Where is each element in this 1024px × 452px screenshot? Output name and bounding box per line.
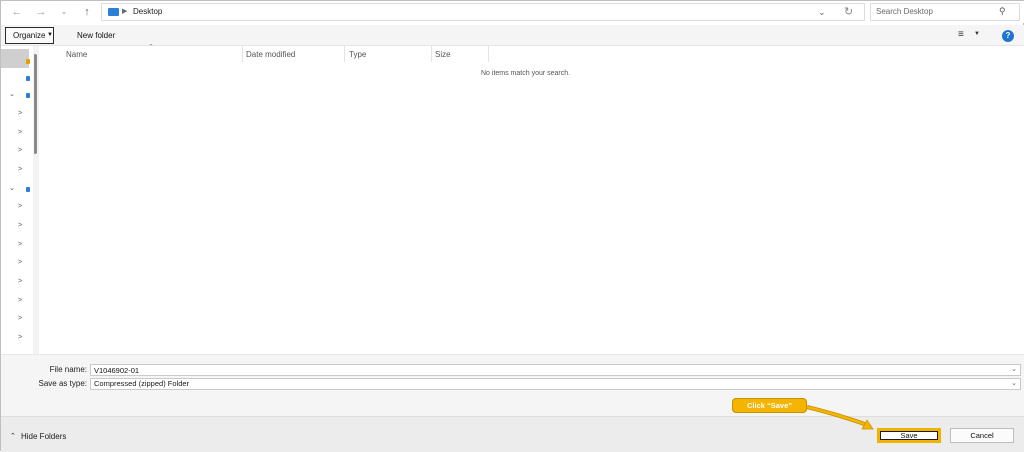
file-name-label: File name: bbox=[49, 365, 87, 374]
search-icon[interactable]: ⚲ bbox=[999, 6, 1006, 17]
address-row: ← → ⌄ ↑ ▶ Desktop ⌄ ↻ ⚲ bbox=[1, 1, 1024, 23]
help-icon[interactable]: ? bbox=[1002, 30, 1014, 42]
forward-arrow-icon[interactable]: → bbox=[33, 4, 49, 20]
address-bar[interactable]: ▶ Desktop ⌄ ↻ bbox=[101, 3, 865, 21]
cancel-button[interactable]: Cancel bbox=[950, 428, 1014, 443]
breadcrumb-separator-icon: ▶ bbox=[122, 8, 128, 15]
recent-locations-chevron-icon[interactable]: ⌄ bbox=[56, 4, 72, 20]
back-arrow-icon[interactable]: ← bbox=[9, 4, 25, 20]
command-toolbar: Organize ▼ New folder ≡ ▼ ? bbox=[1, 25, 1024, 46]
file-name-input[interactable] bbox=[94, 365, 994, 375]
hide-folders-button[interactable]: Hide Folders bbox=[21, 432, 66, 441]
save-button[interactable]: Save bbox=[877, 428, 941, 443]
nav-expand-icon[interactable]: ⌄ bbox=[9, 90, 15, 98]
nav-chevron-right-icon[interactable]: > bbox=[18, 315, 22, 322]
refresh-icon[interactable]: ↻ bbox=[844, 5, 853, 18]
nav-chevron-right-icon[interactable]: > bbox=[18, 241, 22, 248]
nav-chevron-right-icon[interactable]: > bbox=[18, 147, 22, 154]
breadcrumb-location[interactable]: Desktop bbox=[133, 7, 162, 16]
up-arrow-icon[interactable]: ↑ bbox=[79, 4, 95, 20]
save-form: File name: ⌄ Save as type: Compressed (z… bbox=[1, 354, 1024, 416]
organize-label: Organize bbox=[13, 31, 46, 40]
nav-selected-item[interactable] bbox=[1, 49, 29, 68]
save-as-type-value: Compressed (zipped) Folder bbox=[94, 379, 190, 388]
view-options-icon[interactable]: ≡ bbox=[958, 29, 964, 40]
column-header-name[interactable]: Name bbox=[62, 48, 242, 61]
nav-expand-icon[interactable]: ⌄ bbox=[9, 184, 15, 192]
column-header-type[interactable]: Type bbox=[345, 48, 431, 61]
hide-folders-chevron-icon[interactable]: ⌃ bbox=[10, 432, 16, 440]
save-as-type-label: Save as type: bbox=[38, 379, 87, 388]
column-header-size[interactable]: Size bbox=[431, 48, 488, 61]
nav-scrollbar-thumb[interactable] bbox=[34, 54, 37, 154]
empty-state-message: No items match your search. bbox=[481, 70, 571, 77]
column-header-date-modified[interactable]: Date modified bbox=[242, 48, 344, 61]
search-input[interactable] bbox=[876, 7, 996, 16]
new-folder-button[interactable]: New folder bbox=[71, 27, 121, 44]
dialog-button-bar: ⌃ Hide Folders Save Cancel bbox=[1, 416, 1024, 452]
nav-onedrive-icon[interactable] bbox=[26, 93, 30, 98]
file-name-dropdown-icon[interactable]: ⌄ bbox=[1011, 365, 1017, 373]
save-as-type-select[interactable]: Compressed (zipped) Folder ⌄ bbox=[90, 378, 1021, 390]
file-list[interactable]: ⌃ Name Date modified Type Size No items … bbox=[44, 44, 1024, 354]
column-divider[interactable] bbox=[488, 46, 489, 62]
organize-button[interactable]: Organize ▼ bbox=[5, 27, 54, 44]
view-dropdown-icon[interactable]: ▼ bbox=[974, 31, 980, 37]
navigation-pane: ⌄ > > > > ⌄ > > > > > > > > bbox=[1, 46, 43, 354]
nav-chevron-right-icon[interactable]: > bbox=[18, 222, 22, 229]
organize-dropdown-icon: ▼ bbox=[47, 32, 53, 38]
nav-chevron-right-icon[interactable]: > bbox=[18, 334, 22, 341]
nav-chevron-right-icon[interactable]: > bbox=[18, 129, 22, 136]
nav-chevron-right-icon[interactable]: > bbox=[18, 203, 22, 210]
nav-this-pc-icon[interactable] bbox=[26, 187, 30, 192]
nav-chevron-right-icon[interactable]: > bbox=[18, 278, 22, 285]
nav-chevron-right-icon[interactable]: > bbox=[18, 297, 22, 304]
save-as-dialog: ← → ⌄ ↑ ▶ Desktop ⌄ ↻ ⚲ Organize ▼ New f… bbox=[0, 0, 1024, 452]
desktop-folder-icon bbox=[108, 8, 119, 16]
nav-home-icon[interactable] bbox=[26, 59, 30, 64]
instruction-callout: Click “Save” bbox=[732, 398, 807, 413]
nav-chevron-right-icon[interactable]: > bbox=[18, 259, 22, 266]
save-as-type-dropdown-icon[interactable]: ⌄ bbox=[1011, 379, 1017, 387]
address-history-chevron-icon[interactable]: ⌄ bbox=[818, 7, 826, 18]
search-box[interactable]: ⚲ bbox=[870, 3, 1020, 21]
nav-gallery-icon[interactable] bbox=[26, 76, 30, 81]
file-name-field[interactable]: ⌄ bbox=[90, 364, 1021, 376]
nav-chevron-right-icon[interactable]: > bbox=[18, 166, 22, 173]
nav-chevron-right-icon[interactable]: > bbox=[18, 110, 22, 117]
